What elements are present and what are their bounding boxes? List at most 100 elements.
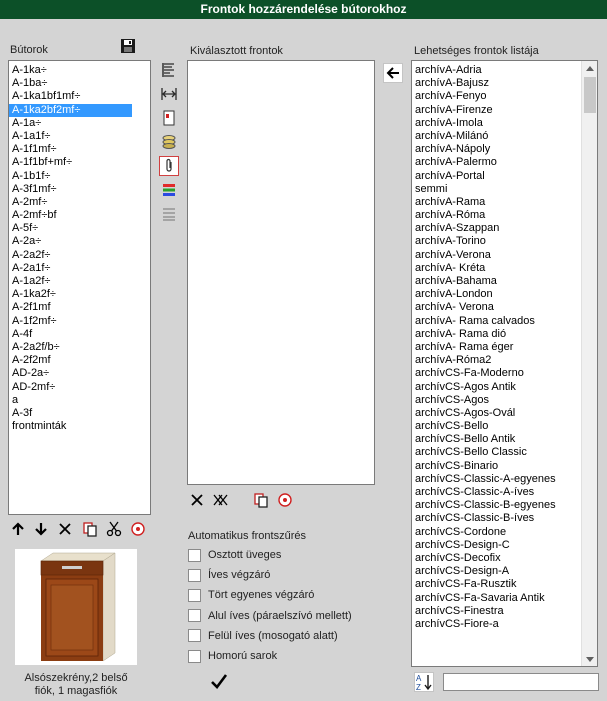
front-list-item[interactable]: archívCS-Classic-B-íves: [412, 512, 581, 525]
front-list-item[interactable]: archívCS-Fa-Moderno: [412, 367, 581, 380]
ok-button[interactable]: [209, 671, 229, 691]
furniture-list-item[interactable]: a: [9, 394, 150, 407]
front-list-item[interactable]: archívA-Firenze: [412, 104, 581, 117]
furniture-list-item[interactable]: A-1ka÷: [9, 64, 150, 77]
furniture-list-item[interactable]: A-1b1f÷: [9, 170, 150, 183]
furniture-list-item[interactable]: A-1f1mf÷: [9, 143, 150, 156]
front-list-item[interactable]: archívCS-Classic-A-íves: [412, 486, 581, 499]
front-list-item[interactable]: archívCS-Agos-Ovál: [412, 407, 581, 420]
filter-checkbox-row[interactable]: Alul íves (páraelszívó mellett): [188, 608, 352, 624]
clip-button[interactable]: [159, 156, 179, 176]
align-left-button[interactable]: [159, 60, 179, 80]
front-list-item[interactable]: archívCS-Fa-Savaria Antik: [412, 592, 581, 605]
filter-checkbox[interactable]: [188, 629, 201, 643]
front-list-item[interactable]: archívCS-Design-C: [412, 539, 581, 552]
furniture-list-item[interactable]: A-1f2mf÷: [9, 315, 150, 328]
target-button[interactable]: [275, 490, 295, 510]
furniture-list-item[interactable]: A-1ka2f÷: [9, 288, 150, 301]
furniture-list-item[interactable]: A-2a1f÷: [9, 262, 150, 275]
filter-checkbox[interactable]: [188, 548, 201, 562]
front-list-item[interactable]: archívCS-Fa-Rusztik: [412, 578, 581, 591]
front-list-item[interactable]: archívA-Szappan: [412, 222, 581, 235]
front-list-item[interactable]: archívA-Róma2: [412, 354, 581, 367]
scroll-up-icon[interactable]: [582, 61, 597, 75]
available-fronts-list[interactable]: archívA-Adria archívA-Bajusz archívA-Fenyo…: [411, 60, 598, 667]
front-list-item[interactable]: archívA-Rama: [412, 196, 581, 209]
filter-checkbox-row[interactable]: Íves végzáró: [188, 567, 270, 583]
list-button[interactable]: [159, 204, 179, 224]
front-list-item[interactable]: archívCS-Classic-A-egyenes: [412, 473, 581, 486]
front-list-item[interactable]: semmi: [412, 183, 581, 196]
sort-button[interactable]: A Z: [414, 672, 434, 692]
front-list-item[interactable]: archívA-Bahama: [412, 275, 581, 288]
furniture-list-item[interactable]: A-1f1bf+mf÷: [9, 156, 150, 169]
arrow-up-button[interactable]: [8, 519, 28, 539]
front-list-item[interactable]: archívA-Nápoly: [412, 143, 581, 156]
furniture-list-item[interactable]: A-3f1mf÷: [9, 183, 150, 196]
front-list-item[interactable]: archívA-Torino: [412, 235, 581, 248]
furniture-list-item[interactable]: A-2a÷: [9, 235, 150, 248]
delete-x-button[interactable]: [187, 490, 207, 510]
furniture-list-item[interactable]: A-4f: [9, 328, 150, 341]
front-list-item[interactable]: archívCS-Finestra: [412, 605, 581, 618]
furniture-list-item[interactable]: A-3f: [9, 407, 150, 420]
furniture-list-item[interactable]: frontminták: [9, 420, 150, 433]
front-list-item[interactable]: archívA-Róma: [412, 209, 581, 222]
filter-checkbox-row[interactable]: Osztott üveges: [188, 547, 281, 563]
front-list-item[interactable]: archívCS-Agos: [412, 394, 581, 407]
front-list-item[interactable]: archívCS-Binario: [412, 460, 581, 473]
selected-fronts-list[interactable]: [187, 60, 375, 485]
front-list-item[interactable]: archívA- Kréta: [412, 262, 581, 275]
furniture-list-item[interactable]: A-1a2f÷: [9, 275, 150, 288]
furniture-list-item[interactable]: A-2mf÷: [9, 196, 150, 209]
front-list-item[interactable]: archívA-Bajusz: [412, 77, 581, 90]
available-fronts-scrollbar[interactable]: [581, 61, 597, 666]
copy-red-button[interactable]: [251, 490, 271, 510]
front-list-item[interactable]: archívCS-Bello Antik: [412, 433, 581, 446]
front-list-item[interactable]: archívA- Verona: [412, 301, 581, 314]
front-list-item[interactable]: archívA-Imola: [412, 117, 581, 130]
front-list-item[interactable]: archívA-London: [412, 288, 581, 301]
furniture-list-item[interactable]: A-2a2f/b÷: [9, 341, 150, 354]
furniture-list-item[interactable]: A-2f1mf: [9, 301, 150, 314]
front-list-item[interactable]: archívCS-Decofix: [412, 552, 581, 565]
scissors-button[interactable]: [104, 519, 124, 539]
furniture-list-item[interactable]: A-2a2f÷: [9, 249, 150, 262]
door-red-handle-button[interactable]: [159, 108, 179, 128]
front-list-item[interactable]: archívCS-Bello: [412, 420, 581, 433]
filter-checkbox[interactable]: [188, 568, 201, 582]
furniture-list-item[interactable]: A-1a÷: [9, 117, 150, 130]
furniture-list-item[interactable]: A-1ba÷: [9, 77, 150, 90]
furniture-list-item[interactable]: A-2mf÷bf: [9, 209, 150, 222]
filter-checkbox-row[interactable]: Tört egyenes végzáró: [188, 587, 314, 603]
front-search-input[interactable]: [443, 673, 599, 691]
front-list-item[interactable]: archívA-Adria: [412, 64, 581, 77]
furniture-list-item[interactable]: A-1ka2bf2mf÷: [9, 103, 132, 117]
front-list-item[interactable]: archívCS-Classic-B-egyenes: [412, 499, 581, 512]
front-list-item[interactable]: archívA- Rama dió: [412, 328, 581, 341]
front-list-item[interactable]: archívA- Rama éger: [412, 341, 581, 354]
color-stripes-button[interactable]: [159, 180, 179, 200]
furniture-list[interactable]: A-1ka÷ A-1ba÷ A-1ka1bf1mf÷ A-1ka2bf2mf÷ A-1a…: [8, 60, 151, 515]
front-list-item[interactable]: archívA-Verona: [412, 249, 581, 262]
delete-x-button[interactable]: [55, 519, 75, 539]
filter-checkbox-row[interactable]: Felül íves (mosogató alatt): [188, 628, 338, 644]
delete-all-x-button[interactable]: [210, 490, 230, 510]
add-front-button[interactable]: [383, 63, 403, 83]
filter-checkbox[interactable]: [188, 588, 201, 602]
front-list-item[interactable]: archívA-Milánó: [412, 130, 581, 143]
furniture-list-item[interactable]: AD-2mf÷: [9, 381, 150, 394]
filter-checkbox[interactable]: [188, 649, 201, 663]
front-list-item[interactable]: archívCS-Fiore-a: [412, 618, 581, 631]
front-list-item[interactable]: archívCS-Agos Antik: [412, 381, 581, 394]
front-list-item[interactable]: archívCS-Bello Classic: [412, 446, 581, 459]
front-list-item[interactable]: archívCS-Design-A: [412, 565, 581, 578]
layers-stack-button[interactable]: [159, 132, 179, 152]
furniture-list-item[interactable]: A-1ka1bf1mf÷: [9, 90, 150, 103]
front-list-item[interactable]: archívA-Portal: [412, 170, 581, 183]
filter-checkbox-row[interactable]: Homorú sarok: [188, 648, 277, 664]
scroll-thumb[interactable]: [584, 77, 596, 113]
furniture-list-item[interactable]: A-1a1f÷: [9, 130, 150, 143]
front-list-item[interactable]: archívA-Palermo: [412, 156, 581, 169]
front-list-item[interactable]: archívCS-Cordone: [412, 526, 581, 539]
